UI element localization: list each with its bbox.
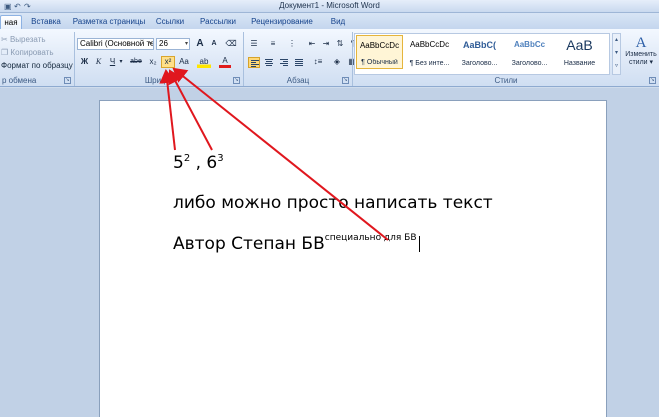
style-normal[interactable]: AaBbCcDc ¶ Обычный (356, 35, 403, 69)
doc-line-powers[interactable]: 52 , 63 (173, 153, 224, 173)
divider (352, 32, 353, 86)
strikethrough-button[interactable]: abe (128, 56, 144, 68)
copy-button[interactable]: ❐ Копировать (1, 48, 53, 57)
tab-mailings[interactable]: Рассылки (196, 15, 240, 29)
styles-group-label: Стили (494, 76, 518, 85)
document-page[interactable] (99, 100, 607, 417)
text-caret (418, 236, 420, 252)
tab-review[interactable]: Рецензирование (248, 15, 316, 29)
font-name-combo[interactable]: Calibri (Основной те ▾ (77, 38, 154, 50)
format-painter-button[interactable]: Формат по образцу (1, 61, 73, 70)
clipboard-group-label: р обмена (2, 76, 37, 85)
justify-button[interactable] (293, 57, 305, 68)
ribbon-tabs: ная Вставка Разметка страницы Ссылки Рас… (0, 13, 659, 29)
line-spacing-icon[interactable]: ↕≡ (310, 56, 326, 68)
multilevel-list-icon[interactable]: ⋮ (285, 38, 299, 50)
styles-launcher-icon[interactable]: ↘ (649, 77, 656, 84)
chevron-down-icon: ▾ (148, 41, 152, 47)
scissors-icon: ✂ (1, 35, 10, 44)
style-no-spacing[interactable]: AaBbCcDc ¶ Без инте... (406, 35, 453, 69)
change-styles-button[interactable]: A Изменить стили ▾ (623, 33, 659, 75)
font-group-label: Шрифт (144, 76, 172, 85)
cut-button[interactable]: ✂ Вырезать (1, 35, 46, 44)
chevron-down-icon[interactable]: ▾ (118, 56, 124, 68)
change-styles-icon: A (635, 35, 647, 51)
style-title[interactable]: AaB Название (556, 35, 603, 69)
clipboard-launcher-icon[interactable]: ↘ (64, 77, 71, 84)
styles-scroll[interactable]: ▴ ▾ ▿ (612, 33, 621, 75)
paragraph-launcher-icon[interactable]: ↘ (342, 77, 349, 84)
grow-font-button[interactable]: A (194, 38, 206, 50)
copy-icon: ❐ (1, 48, 11, 57)
align-center-button[interactable] (263, 57, 275, 68)
doc-line-author[interactable]: Автор Степан БВспециально для БВ (173, 233, 420, 254)
increase-indent-icon[interactable]: ⇥ (320, 38, 332, 50)
shrink-font-button[interactable]: A (208, 38, 220, 50)
decrease-indent-icon[interactable]: ⇤ (306, 38, 318, 50)
subscript-button[interactable]: x₂ (146, 56, 160, 68)
tab-insert[interactable]: Вставка (26, 15, 66, 29)
change-case-button[interactable]: Aa (177, 56, 191, 68)
font-color-button[interactable]: A (219, 56, 231, 68)
sort-icon[interactable]: ⇅ (334, 38, 346, 50)
tab-references[interactable]: Ссылки (152, 15, 188, 29)
paragraph-group-label: Абзац (286, 76, 310, 85)
shading-icon[interactable]: ◈ (330, 56, 344, 68)
numbering-icon[interactable]: ≡ (266, 38, 280, 50)
tab-home[interactable]: ная (0, 15, 22, 29)
highlight-button[interactable]: ab (197, 56, 211, 68)
style-heading-1[interactable]: AaBbC( Заголово... (456, 35, 503, 69)
chevron-down-icon: ▾ (184, 41, 188, 47)
tab-page-layout[interactable]: Разметка страницы (72, 15, 146, 29)
clear-formatting-icon[interactable]: ⌫ (224, 38, 238, 50)
divider (243, 32, 244, 86)
align-right-button[interactable] (278, 57, 290, 68)
window-title: Документ1 - Microsoft Word (279, 1, 380, 10)
divider (74, 32, 75, 86)
tab-view[interactable]: Вид (326, 15, 350, 29)
superscript-button[interactable]: x² (161, 56, 175, 68)
italic-button[interactable]: К (93, 56, 104, 68)
underline-button[interactable]: Ч (107, 56, 118, 68)
style-heading-2[interactable]: AaBbCc Заголово... (506, 35, 553, 69)
bold-button[interactable]: Ж (79, 56, 90, 68)
doc-line-text[interactable]: либо можно просто написать текст (173, 193, 493, 213)
bullets-icon[interactable]: ☰ (247, 38, 261, 50)
title-bar: ▣ ↶ ↷ Документ1 - Microsoft Word (0, 0, 659, 13)
font-launcher-icon[interactable]: ↘ (233, 77, 240, 84)
align-left-button[interactable] (248, 57, 260, 68)
font-size-combo[interactable]: 26 ▾ (156, 38, 190, 50)
